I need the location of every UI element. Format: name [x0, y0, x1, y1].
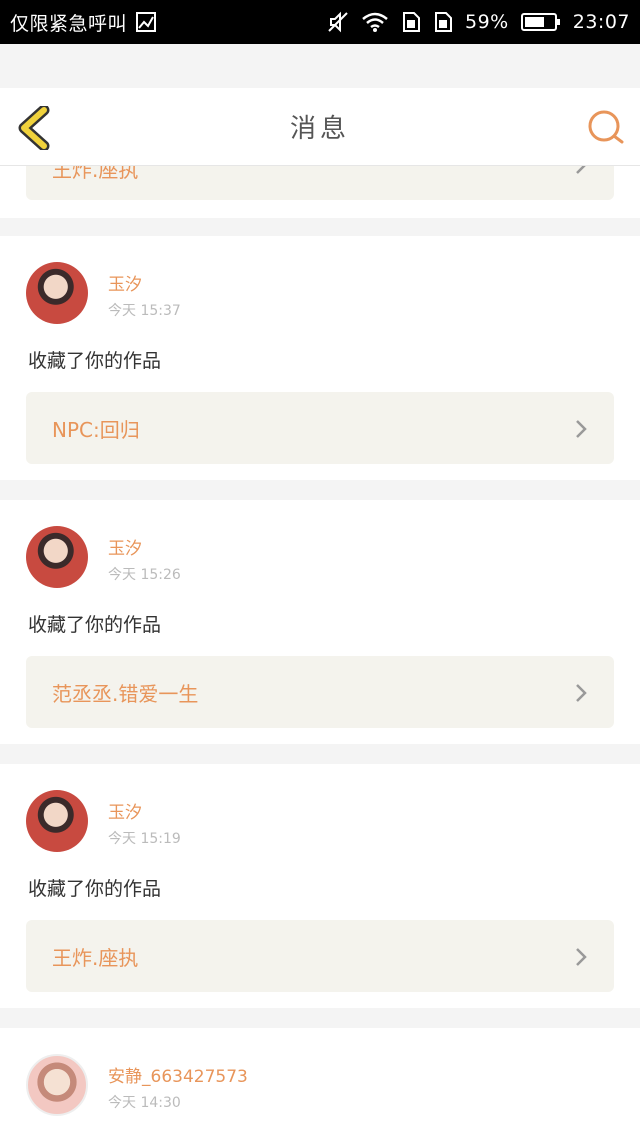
- username[interactable]: 玉汐: [108, 798, 142, 823]
- work-link[interactable]: 范丞丞.错爱一生: [26, 656, 614, 728]
- sim1-icon: [401, 11, 421, 33]
- action-text: 收藏了你的作品: [28, 878, 162, 900]
- work-title: 王炸.座执: [52, 945, 139, 970]
- chevron-right-icon: [576, 684, 587, 702]
- work-link[interactable]: 王炸.座执: [26, 166, 614, 200]
- timestamp: 今天 14:30: [108, 1095, 181, 1111]
- back-button[interactable]: [16, 104, 56, 152]
- chevron-right-icon: [576, 948, 587, 966]
- top-spacer: [0, 44, 640, 88]
- search-icon: [588, 110, 624, 144]
- username[interactable]: 安静_663427573: [108, 1062, 248, 1087]
- avatar[interactable]: [26, 526, 88, 588]
- wifi-icon: [361, 11, 389, 33]
- battery-percent: 59%: [465, 11, 509, 33]
- work-title: 范丞丞.错爱一生: [52, 681, 199, 706]
- username[interactable]: 玉汐: [108, 270, 142, 295]
- status-bar: 仅限紧急呼叫 59% 23:07: [0, 0, 640, 44]
- image-icon: [135, 11, 157, 33]
- username[interactable]: 玉汐: [108, 534, 142, 559]
- nav-header: 消息: [0, 88, 640, 166]
- action-text: 收藏了你的作品: [28, 614, 162, 636]
- mute-icon: [327, 11, 349, 33]
- chevron-right-icon: [576, 420, 587, 438]
- sim2-icon: [433, 11, 453, 33]
- battery-icon: [520, 11, 561, 33]
- search-button[interactable]: [586, 108, 626, 148]
- avatar[interactable]: [26, 262, 88, 324]
- message-card: 玉汐 今天 15:37 收藏了你的作品 NPC:回归: [0, 236, 640, 480]
- message-card: 玉汐 今天 15:26 收藏了你的作品 范丞丞.错爱一生: [0, 500, 640, 744]
- timestamp: 今天 15:37: [108, 303, 181, 319]
- work-title: 王炸.座执: [52, 166, 139, 182]
- page-title: 消息: [289, 114, 350, 144]
- message-card: 安静_663427573 今天 14:30: [0, 1028, 640, 1138]
- screen: 仅限紧急呼叫 59% 23:07 消息 王炸.座执 玉汐 今天 15:37 收藏…: [0, 0, 640, 1138]
- work-link[interactable]: NPC:回归: [26, 392, 614, 464]
- chevron-right-icon: [576, 166, 586, 174]
- timestamp: 今天 15:26: [108, 567, 181, 583]
- chevron-left-icon: [18, 104, 50, 152]
- message-card-partial: 王炸.座执: [0, 166, 640, 218]
- avatar[interactable]: [26, 1054, 88, 1116]
- clock: 23:07: [572, 11, 630, 33]
- timestamp: 今天 15:19: [108, 831, 181, 847]
- work-link[interactable]: 王炸.座执: [26, 920, 614, 992]
- work-title: NPC:回归: [52, 417, 140, 442]
- message-list[interactable]: 王炸.座执 玉汐 今天 15:37 收藏了你的作品 NPC:回归 玉汐 今天 1…: [0, 166, 640, 1138]
- avatar[interactable]: [26, 790, 88, 852]
- carrier-text: 仅限紧急呼叫: [10, 12, 128, 35]
- message-card: 玉汐 今天 15:19 收藏了你的作品 王炸.座执: [0, 764, 640, 1008]
- action-text: 收藏了你的作品: [28, 350, 162, 372]
